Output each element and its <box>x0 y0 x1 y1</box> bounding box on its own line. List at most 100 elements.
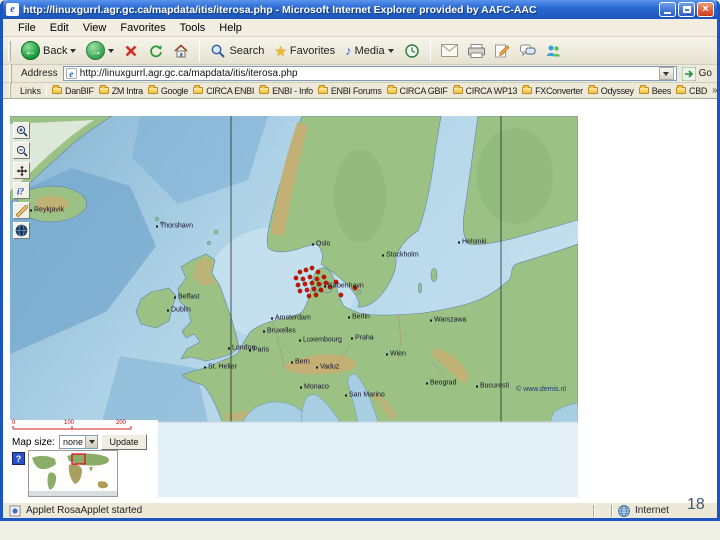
menu-item-edit[interactable]: Edit <box>43 21 76 35</box>
toolbar-separator <box>199 39 201 62</box>
stop-button[interactable] <box>120 42 142 60</box>
mail-button[interactable] <box>437 42 462 59</box>
menu-item-file[interactable]: File <box>11 21 43 35</box>
folder-icon <box>452 85 463 94</box>
forward-icon: → <box>86 41 106 60</box>
go-label: Go <box>698 68 712 79</box>
links-grip[interactable] <box>9 83 11 98</box>
home-button[interactable] <box>169 41 193 61</box>
menu-item-view[interactable]: View <box>76 21 114 35</box>
map-size-value: none <box>63 437 84 447</box>
print-button[interactable] <box>464 42 489 60</box>
map-tool-column: i? <box>13 122 30 239</box>
search-button[interactable]: Search <box>206 41 268 61</box>
back-button[interactable]: ← Back <box>17 39 80 62</box>
measure-icon <box>15 204 28 217</box>
edit-icon <box>494 44 510 58</box>
discuss-button[interactable] <box>516 42 540 60</box>
link-odyssey[interactable]: Odyssey <box>587 85 634 96</box>
link-circa-wp13[interactable]: CIRCA WP13 <box>452 85 517 96</box>
search-label: Search <box>229 44 265 57</box>
media-dropdown-icon[interactable] <box>387 48 394 53</box>
title-bar[interactable]: e http://linuxgurrl.agr.gc.ca/mapdata/it… <box>3 0 717 19</box>
pan-icon <box>16 165 27 176</box>
link-google[interactable]: Google <box>147 85 188 96</box>
link-enbi-info[interactable]: ENBI - Info <box>259 85 313 96</box>
address-dropdown-button[interactable] <box>658 67 674 80</box>
folder-icon <box>147 85 158 94</box>
link-bees[interactable]: Bees <box>638 85 671 96</box>
map-tool-globe[interactable] <box>13 222 30 239</box>
toolbar: ← Back → Search ★ Favorites ♪ Media <box>3 37 717 65</box>
links-label: Links <box>20 85 42 96</box>
svg-text:i?: i? <box>17 186 25 196</box>
window-title: http://linuxgurrl.agr.gc.ca/mapdata/itis… <box>23 3 537 16</box>
map-tool-pan[interactable] <box>13 162 30 179</box>
back-icon: ← <box>21 41 40 60</box>
messenger-icon <box>546 45 560 56</box>
toolbar-separator <box>429 39 431 62</box>
ie-app-icon: e <box>6 3 19 16</box>
address-grip[interactable] <box>9 63 12 84</box>
link-enbi-forums[interactable]: ENBI Forums <box>317 85 382 96</box>
update-button[interactable]: Update <box>101 434 147 450</box>
edit-button[interactable] <box>491 41 514 60</box>
zoom-in-icon <box>16 125 28 137</box>
map-tool-zoom-in[interactable] <box>13 122 30 139</box>
overview-minimap[interactable] <box>28 450 118 497</box>
links-divider <box>46 85 48 96</box>
map-size-select[interactable]: none <box>59 435 98 449</box>
status-bar: Applet RosaApplet started Internet <box>3 502 717 518</box>
map-tool-zoom-out[interactable] <box>13 142 30 159</box>
map-tool-identify[interactable]: i? <box>13 182 30 199</box>
status-pane <box>595 503 611 518</box>
messenger-button[interactable] <box>542 42 565 60</box>
page-content: Reykjavik Thorshavn Oslo Stockholm Helsinki K… <box>3 99 717 502</box>
history-icon <box>404 43 419 58</box>
links-items: DanBIF ZM Intra Google CIRCA ENBI ENBI - Inf… <box>52 85 707 96</box>
link-zm-intra[interactable]: ZM Intra <box>98 85 143 96</box>
menu-item-help[interactable]: Help <box>212 21 249 35</box>
favorites-button[interactable]: ★ Favorites <box>270 42 339 60</box>
link-circa-gbif[interactable]: CIRCA GBIF <box>386 85 448 96</box>
folder-icon <box>52 85 63 94</box>
minimize-button[interactable] <box>659 2 676 17</box>
refresh-icon <box>150 45 163 58</box>
browser-window: e http://linuxgurrl.agr.gc.ca/mapdata/it… <box>0 0 720 521</box>
address-input[interactable] <box>79 67 656 80</box>
refresh-button[interactable] <box>144 41 167 60</box>
links-overflow-button[interactable]: » <box>712 85 717 96</box>
chevron-down-icon <box>88 440 95 444</box>
map-size-label: Map size: <box>12 437 55 448</box>
folder-icon <box>522 85 533 94</box>
folder-icon <box>259 85 270 94</box>
slide-number: 18 <box>687 496 705 513</box>
discuss-icon <box>519 44 536 56</box>
close-button[interactable]: × <box>697 2 714 17</box>
identify-icon: i? <box>17 186 25 196</box>
back-dropdown-icon[interactable] <box>70 48 77 53</box>
link-circa-enbi[interactable]: CIRCA ENBI <box>193 85 254 96</box>
address-dropdown-icon <box>663 71 670 76</box>
forward-button[interactable]: → <box>82 39 118 62</box>
print-icon <box>467 43 485 58</box>
forward-dropdown-icon[interactable] <box>108 48 115 53</box>
map-copyright: © www.demis.nl <box>516 386 566 393</box>
menu-bar: File Edit View Favorites Tools Help <box>3 19 717 37</box>
maximize-button[interactable] <box>678 2 695 17</box>
maximize-icon <box>682 6 691 13</box>
history-button[interactable] <box>400 41 424 61</box>
map-tool-measure[interactable] <box>13 202 30 219</box>
favorites-star-icon: ★ <box>274 42 287 59</box>
link-fxconverter[interactable]: FXConverter <box>522 85 583 96</box>
toolbar-grip[interactable] <box>8 40 11 61</box>
help-button[interactable]: ? <box>12 452 25 465</box>
status-message: Applet RosaApplet started <box>26 505 143 516</box>
menu-item-favorites[interactable]: Favorites <box>113 21 172 35</box>
menu-item-tools[interactable]: Tools <box>173 21 213 35</box>
go-button[interactable]: Go <box>681 66 712 81</box>
status-message-pane: Applet RosaApplet started <box>3 505 593 517</box>
link-cbd[interactable]: CBD <box>676 85 707 96</box>
link-danbif[interactable]: DanBIF <box>52 85 94 96</box>
media-button[interactable]: ♪ Media <box>341 42 397 59</box>
